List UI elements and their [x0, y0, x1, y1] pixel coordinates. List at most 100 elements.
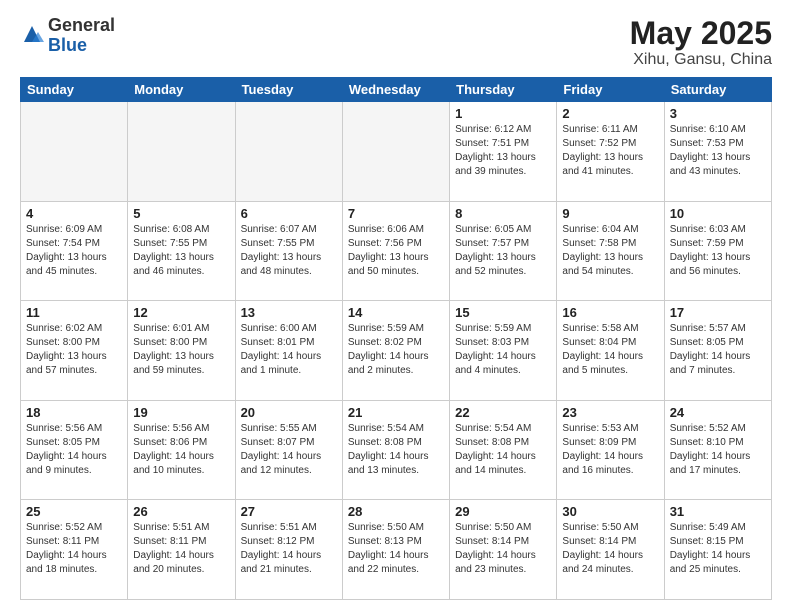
day-cell-1-0: 4 Sunrise: 6:09 AM Sunset: 7:54 PM Daylig…	[21, 201, 128, 301]
header-tuesday: Tuesday	[235, 78, 342, 102]
week-row-3: 18 Sunrise: 5:56 AM Sunset: 8:05 PM Dayli…	[21, 400, 772, 500]
day-info: Sunrise: 5:51 AM Sunset: 8:11 PM Dayligh…	[133, 521, 229, 577]
day-number: 7	[348, 206, 444, 221]
day-number: 12	[133, 305, 229, 320]
day-info: Sunrise: 5:52 AM Sunset: 8:10 PM Dayligh…	[670, 422, 766, 478]
month-year: May 2025	[630, 16, 772, 51]
day-number: 24	[670, 405, 766, 420]
day-number: 4	[26, 206, 122, 221]
week-row-4: 25 Sunrise: 5:52 AM Sunset: 8:11 PM Dayli…	[21, 500, 772, 600]
header-monday: Monday	[128, 78, 235, 102]
week-row-0: 1 Sunrise: 6:12 AM Sunset: 7:51 PM Daylig…	[21, 102, 772, 202]
day-cell-2-6: 17Sunrise: 5:57 AM Sunset: 8:05 PM Dayli…	[664, 301, 771, 401]
day-info: Sunrise: 6:09 AM Sunset: 7:54 PM Dayligh…	[26, 223, 122, 279]
day-number: 29	[455, 504, 551, 519]
day-info: Sunrise: 5:51 AM Sunset: 8:12 PM Dayligh…	[241, 521, 337, 577]
day-number: 19	[133, 405, 229, 420]
day-cell-3-1: 19 Sunrise: 5:56 AM Sunset: 8:06 PM Dayli…	[128, 400, 235, 500]
day-cell-4-0: 25 Sunrise: 5:52 AM Sunset: 8:11 PM Dayli…	[21, 500, 128, 600]
day-info: Sunrise: 5:53 AM Sunset: 8:09 PM Dayligh…	[562, 422, 658, 478]
day-info: Sunrise: 5:55 AM Sunset: 8:07 PM Dayligh…	[241, 422, 337, 478]
day-cell-4-2: 27 Sunrise: 5:51 AM Sunset: 8:12 PM Dayli…	[235, 500, 342, 600]
day-info: Sunrise: 6:08 AM Sunset: 7:55 PM Dayligh…	[133, 223, 229, 279]
day-cell-3-4: 22 Sunrise: 5:54 AM Sunset: 8:08 PM Dayli…	[450, 400, 557, 500]
day-info: Sunrise: 6:03 AM Sunset: 7:59 PM Dayligh…	[670, 223, 766, 279]
day-number: 11	[26, 305, 122, 320]
logo-icon	[20, 24, 44, 48]
day-info: Sunrise: 6:04 AM Sunset: 7:58 PM Dayligh…	[562, 223, 658, 279]
day-info: Sunrise: 5:52 AM Sunset: 8:11 PM Dayligh…	[26, 521, 122, 577]
day-cell-2-5: 16 Sunrise: 5:58 AM Sunset: 8:04 PM Dayli…	[557, 301, 664, 401]
day-number: 5	[133, 206, 229, 221]
day-number: 18	[26, 405, 122, 420]
logo: General Blue	[20, 16, 115, 56]
day-cell-2-0: 11 Sunrise: 6:02 AM Sunset: 8:00 PM Dayli…	[21, 301, 128, 401]
day-number: 16	[562, 305, 658, 320]
logo-text: General Blue	[48, 16, 115, 56]
calendar-page: General Blue May 2025 Xihu, Gansu, China…	[0, 0, 792, 612]
day-cell-2-3: 14Sunrise: 5:59 AM Sunset: 8:02 PM Dayli…	[342, 301, 449, 401]
day-info: Sunrise: 5:59 AM Sunset: 8:03 PM Dayligh…	[455, 322, 551, 378]
day-cell-1-5: 9Sunrise: 6:04 AM Sunset: 7:58 PM Daylig…	[557, 201, 664, 301]
day-info: Sunrise: 5:49 AM Sunset: 8:15 PM Dayligh…	[670, 521, 766, 577]
day-number: 13	[241, 305, 337, 320]
header-sunday: Sunday	[21, 78, 128, 102]
day-cell-0-3	[342, 102, 449, 202]
day-number: 30	[562, 504, 658, 519]
day-cell-4-3: 28Sunrise: 5:50 AM Sunset: 8:13 PM Dayli…	[342, 500, 449, 600]
calendar-table: Sunday Monday Tuesday Wednesday Thursday…	[20, 77, 772, 600]
day-cell-0-1	[128, 102, 235, 202]
day-cell-4-6: 31 Sunrise: 5:49 AM Sunset: 8:15 PM Dayli…	[664, 500, 771, 600]
day-number: 21	[348, 405, 444, 420]
day-number: 26	[133, 504, 229, 519]
day-info: Sunrise: 6:10 AM Sunset: 7:53 PM Dayligh…	[670, 123, 766, 179]
day-cell-3-0: 18 Sunrise: 5:56 AM Sunset: 8:05 PM Dayli…	[21, 400, 128, 500]
day-info: Sunrise: 6:12 AM Sunset: 7:51 PM Dayligh…	[455, 123, 551, 179]
logo-blue: Blue	[48, 35, 87, 55]
day-info: Sunrise: 5:54 AM Sunset: 8:08 PM Dayligh…	[455, 422, 551, 478]
day-cell-2-2: 13 Sunrise: 6:00 AM Sunset: 8:01 PM Dayli…	[235, 301, 342, 401]
day-number: 15	[455, 305, 551, 320]
day-number: 23	[562, 405, 658, 420]
day-cell-1-3: 7Sunrise: 6:06 AM Sunset: 7:56 PM Daylig…	[342, 201, 449, 301]
day-number: 10	[670, 206, 766, 221]
day-info: Sunrise: 5:56 AM Sunset: 8:05 PM Dayligh…	[26, 422, 122, 478]
day-info: Sunrise: 6:02 AM Sunset: 8:00 PM Dayligh…	[26, 322, 122, 378]
day-info: Sunrise: 6:07 AM Sunset: 7:55 PM Dayligh…	[241, 223, 337, 279]
day-number: 3	[670, 106, 766, 121]
day-number: 1	[455, 106, 551, 121]
day-cell-2-4: 15 Sunrise: 5:59 AM Sunset: 8:03 PM Dayli…	[450, 301, 557, 401]
day-cell-4-1: 26 Sunrise: 5:51 AM Sunset: 8:11 PM Dayli…	[128, 500, 235, 600]
day-number: 25	[26, 504, 122, 519]
day-cell-0-4: 1 Sunrise: 6:12 AM Sunset: 7:51 PM Daylig…	[450, 102, 557, 202]
day-info: Sunrise: 5:58 AM Sunset: 8:04 PM Dayligh…	[562, 322, 658, 378]
day-cell-0-2	[235, 102, 342, 202]
day-cell-1-1: 5 Sunrise: 6:08 AM Sunset: 7:55 PM Daylig…	[128, 201, 235, 301]
day-cell-3-5: 23 Sunrise: 5:53 AM Sunset: 8:09 PM Dayli…	[557, 400, 664, 500]
day-info: Sunrise: 6:00 AM Sunset: 8:01 PM Dayligh…	[241, 322, 337, 378]
day-cell-3-6: 24 Sunrise: 5:52 AM Sunset: 8:10 PM Dayli…	[664, 400, 771, 500]
day-number: 27	[241, 504, 337, 519]
header-thursday: Thursday	[450, 78, 557, 102]
day-info: Sunrise: 5:59 AM Sunset: 8:02 PM Dayligh…	[348, 322, 444, 378]
day-cell-4-5: 30Sunrise: 5:50 AM Sunset: 8:14 PM Dayli…	[557, 500, 664, 600]
day-cell-1-2: 6Sunrise: 6:07 AM Sunset: 7:55 PM Daylig…	[235, 201, 342, 301]
logo-general: General	[48, 15, 115, 35]
day-number: 8	[455, 206, 551, 221]
day-cell-4-4: 29Sunrise: 5:50 AM Sunset: 8:14 PM Dayli…	[450, 500, 557, 600]
header-friday: Friday	[557, 78, 664, 102]
header: General Blue May 2025 Xihu, Gansu, China	[20, 16, 772, 69]
day-info: Sunrise: 6:11 AM Sunset: 7:52 PM Dayligh…	[562, 123, 658, 179]
day-cell-1-4: 8 Sunrise: 6:05 AM Sunset: 7:57 PM Daylig…	[450, 201, 557, 301]
header-wednesday: Wednesday	[342, 78, 449, 102]
header-saturday: Saturday	[664, 78, 771, 102]
day-info: Sunrise: 6:05 AM Sunset: 7:57 PM Dayligh…	[455, 223, 551, 279]
day-number: 22	[455, 405, 551, 420]
weekday-header-row: Sunday Monday Tuesday Wednesday Thursday…	[21, 78, 772, 102]
day-number: 28	[348, 504, 444, 519]
day-number: 31	[670, 504, 766, 519]
day-info: Sunrise: 5:56 AM Sunset: 8:06 PM Dayligh…	[133, 422, 229, 478]
day-cell-3-2: 20Sunrise: 5:55 AM Sunset: 8:07 PM Dayli…	[235, 400, 342, 500]
week-row-2: 11 Sunrise: 6:02 AM Sunset: 8:00 PM Dayli…	[21, 301, 772, 401]
day-cell-2-1: 12Sunrise: 6:01 AM Sunset: 8:00 PM Dayli…	[128, 301, 235, 401]
